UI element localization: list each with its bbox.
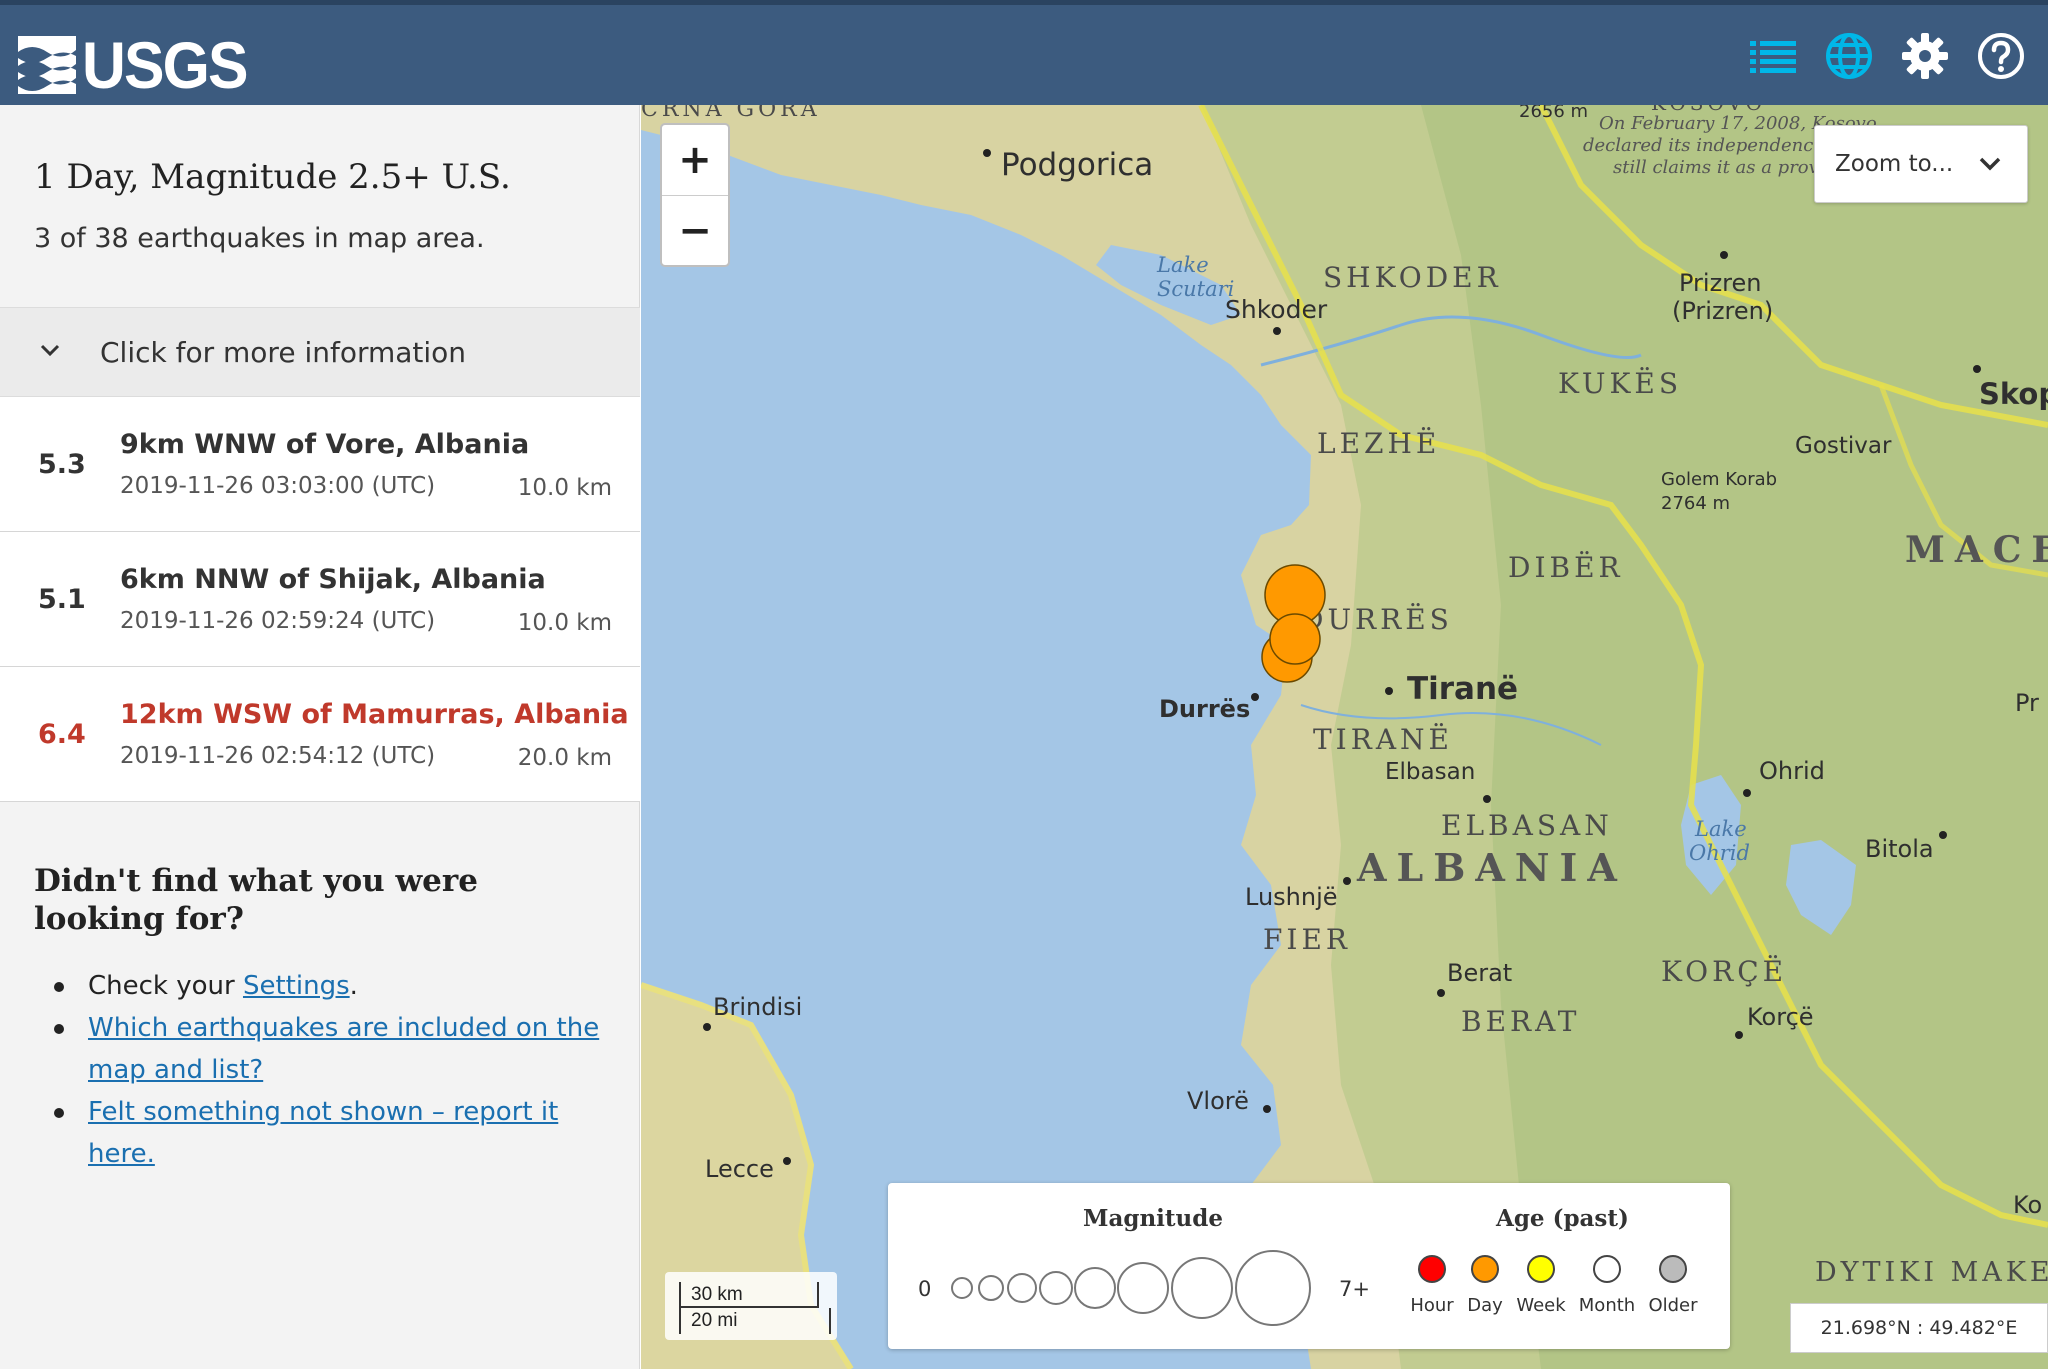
usgs-wave-icon bbox=[18, 36, 76, 94]
eq-magnitude: 5.3 bbox=[38, 449, 86, 480]
legend-age-older: Older bbox=[1648, 1295, 1698, 1316]
map-legend: Magnitude Age (past) 0 7+ Hour Day Week … bbox=[888, 1183, 1730, 1349]
list-icon[interactable] bbox=[1748, 31, 1798, 81]
bullet bbox=[54, 1108, 64, 1118]
map-view[interactable]: CRNA GORA Podgorica 2656 m KOSOVO On Feb… bbox=[641, 105, 2048, 1369]
help-icon[interactable] bbox=[1976, 31, 2026, 81]
legend-age-hour-swatch bbox=[1418, 1255, 1446, 1283]
legend-mag-circle bbox=[1117, 1262, 1169, 1314]
zoom-to-label: Zoom to... bbox=[1835, 151, 1954, 177]
earthquake-list-item[interactable]: 5.1 6km NNW of Shijak, Albania 2019-11-2… bbox=[0, 532, 640, 667]
gear-icon[interactable] bbox=[1900, 31, 1950, 81]
earthquake-marker[interactable] bbox=[1269, 613, 1321, 665]
help-list: Check your Settings. Which earthquakes a… bbox=[34, 965, 614, 1175]
report-felt-link[interactable]: Felt something not shown – report it her… bbox=[88, 1097, 558, 1169]
eq-depth: 10.0 km bbox=[517, 475, 612, 501]
logo-text: USGS bbox=[82, 28, 249, 102]
eq-depth: 10.0 km bbox=[517, 610, 612, 636]
legend-mag-circle bbox=[1235, 1250, 1311, 1326]
more-info-label: Click for more information bbox=[100, 336, 467, 369]
help-title: Didn't find what you were looking for? bbox=[34, 863, 478, 937]
included-earthquakes-link[interactable]: Which earthquakes are included on the ma… bbox=[88, 1013, 599, 1085]
help-item-included: Which earthquakes are included on the ma… bbox=[34, 1007, 614, 1091]
eq-time: 2019-11-26 02:59:24 (UTC) bbox=[120, 608, 436, 634]
legend-age-week-swatch bbox=[1527, 1255, 1555, 1283]
earthquake-markers bbox=[1261, 564, 1326, 683]
settings-link[interactable]: Settings bbox=[243, 971, 350, 1001]
app-header: USGS bbox=[0, 0, 2048, 105]
scale-mi: 20 mi bbox=[679, 1308, 831, 1334]
eq-time: 2019-11-26 02:54:12 (UTC) bbox=[120, 743, 436, 769]
legend-mag-circle bbox=[1039, 1271, 1073, 1305]
sidebar: 1 Day, Magnitude 2.5+ U.S. 3 of 38 earth… bbox=[0, 105, 640, 1369]
legend-mag-circle bbox=[978, 1275, 1004, 1301]
legend-mag-circle bbox=[1171, 1257, 1233, 1319]
help-item-report: Felt something not shown – report it her… bbox=[34, 1091, 614, 1175]
legend-age-month-swatch bbox=[1593, 1255, 1621, 1283]
legend-mag-circle bbox=[951, 1277, 973, 1299]
eq-place: 12km WSW of Mamurras, Albania bbox=[120, 699, 629, 730]
zoom-out-button[interactable]: − bbox=[662, 195, 728, 265]
bullet bbox=[54, 1024, 64, 1034]
help-item-settings: Check your Settings. bbox=[34, 965, 614, 1007]
eq-place: 6km NNW of Shijak, Albania bbox=[120, 564, 546, 595]
earthquake-list-item[interactable]: 5.3 9km WNW of Vore, Albania 2019-11-26 … bbox=[0, 397, 640, 532]
chevron-down-icon bbox=[1979, 157, 2001, 171]
eq-magnitude: 6.4 bbox=[38, 719, 86, 750]
legend-age-day-swatch bbox=[1471, 1255, 1499, 1283]
chevron-down-icon bbox=[40, 344, 60, 357]
eq-time: 2019-11-26 03:03:00 (UTC) bbox=[120, 473, 436, 499]
eq-magnitude: 5.1 bbox=[38, 584, 86, 615]
legend-age-older-swatch bbox=[1659, 1255, 1687, 1283]
legend-symbols bbox=[951, 1250, 1687, 1326]
help-item-suffix: . bbox=[349, 971, 358, 1001]
earthquake-list: 5.3 9km WNW of Vore, Albania 2019-11-26 … bbox=[0, 397, 640, 802]
zoom-control: + − bbox=[660, 123, 730, 267]
help-item-prefix: Check your bbox=[88, 971, 243, 1001]
legend-age-week: Week bbox=[1516, 1295, 1566, 1316]
usgs-logo[interactable]: USGS bbox=[18, 27, 261, 103]
map-scale: 30 km 20 mi bbox=[665, 1272, 837, 1340]
feed-title: 1 Day, Magnitude 2.5+ U.S. bbox=[34, 157, 511, 197]
legend-mag-circle bbox=[1007, 1273, 1037, 1303]
eq-place: 9km WNW of Vore, Albania bbox=[120, 429, 530, 460]
scale-km: 30 km bbox=[679, 1282, 819, 1308]
zoom-to-select[interactable]: Zoom to... bbox=[1814, 125, 2028, 203]
legend-age-month: Month bbox=[1578, 1295, 1636, 1316]
header-icons bbox=[1748, 31, 2026, 81]
zoom-in-button[interactable]: + bbox=[662, 125, 728, 195]
bullet bbox=[54, 982, 64, 992]
cursor-coordinates: 21.698°N : 49.482°E bbox=[1790, 1303, 2048, 1353]
earthquake-count: 3 of 38 earthquakes in map area. bbox=[34, 223, 485, 254]
globe-icon[interactable] bbox=[1824, 31, 1874, 81]
more-info-toggle[interactable]: Click for more information bbox=[0, 307, 640, 397]
earthquake-list-item[interactable]: 6.4 12km WSW of Mamurras, Albania 2019-1… bbox=[0, 667, 640, 802]
eq-depth: 20.0 km bbox=[517, 745, 612, 771]
legend-mag-circle bbox=[1074, 1267, 1116, 1309]
